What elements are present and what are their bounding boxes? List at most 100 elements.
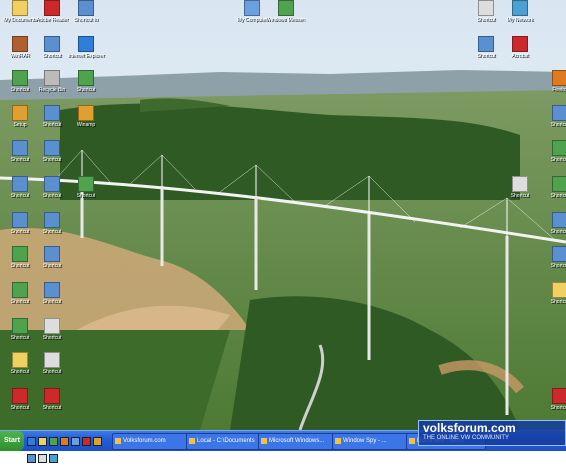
watermark-subtitle: THE ONLINE VW COMMUNITY [423,435,510,441]
shortcut-icon [552,70,566,86]
taskbar-button[interactable]: Local - C:\Documents [186,433,266,450]
desktop-icon[interactable]: Shortcut [32,388,72,420]
shortcut-icon [512,176,528,192]
desktop-icon[interactable]: Shortcut [540,246,566,278]
desktop-icon[interactable]: Windows Messenger [266,0,306,32]
desktop-icon[interactable]: Shortcut [466,36,506,68]
shortcut-icon [12,0,28,16]
window-icon [409,438,415,444]
desktop-icon-label: Windows Messenger [266,17,306,23]
desktop-icon-label: Firefox [552,87,566,93]
desktop-icon-label: Winamp [76,122,96,128]
desktop-icon[interactable]: Shortcut [32,282,72,314]
shortcut-icon [12,246,28,262]
window-icon [335,438,341,444]
folder-icon[interactable] [38,437,47,446]
window-icon [115,438,121,444]
watermark: volksforum.com THE ONLINE VW COMMUNITY [418,420,566,446]
desktop-icon[interactable]: Shortcut [32,140,72,172]
desktop-icon-label: Acrobat [511,53,529,59]
desktop-icon[interactable]: Shortcut [66,176,106,208]
shortcut-icon [78,176,94,192]
desktop-icon[interactable]: Shortcut [540,140,566,172]
desktop-icon[interactable]: Shortcut [66,70,106,102]
mail-icon[interactable] [60,437,69,446]
shortcut-icon [44,0,60,16]
desktop-icon[interactable]: Firefox [540,70,566,102]
app-icon[interactable] [49,454,58,463]
desktop-icon-label: Shortcut [42,299,62,305]
shortcut-icon [44,318,60,334]
shortcut-icon [12,70,28,86]
shortcut-icon [552,212,566,228]
desktop-icon-label: My Network [506,17,534,23]
shortcut-icon [552,388,566,404]
desktop-icon[interactable]: Shortcut [540,176,566,208]
window-icon [189,438,195,444]
desktop-icon-label: Shortcut [42,229,62,235]
desktop-icon[interactable]: Shortcut [32,246,72,278]
start-button[interactable]: Start [0,431,24,451]
desktop-icon-label: Internet Explorer [67,53,105,59]
desktop-icon[interactable]: Acrobat [500,36,540,68]
chat-icon[interactable] [71,437,80,446]
shortcut-icon [44,388,60,404]
desktop-icon[interactable]: Shortcut [32,212,72,244]
shortcut-icon [12,36,28,52]
shortcut-icon [44,36,60,52]
shortcut-icon [478,36,494,52]
shortcut-icon [12,282,28,298]
shortcut-icon [44,352,60,368]
desktop-icon-label: Shortcut to [73,17,99,23]
desktop-icon-label: Shortcut [510,193,530,199]
desktop-icon[interactable]: Shortcut [32,352,72,384]
taskbar-button-label: Volksforum.com [123,438,166,444]
desktop-icon[interactable]: My Network [500,0,540,32]
shortcut-icon [278,0,294,16]
desktop-icon-label: Shortcut [42,263,62,269]
shortcut-icon [552,140,566,156]
ie-icon[interactable] [27,437,36,446]
taskbar-button[interactable]: Volksforum.com [112,433,192,450]
shortcut-icon [44,70,60,86]
app-icon[interactable] [82,437,91,446]
desktop-icon-label: Shortcut [476,53,496,59]
desktop-icon-label: Shortcut [42,157,62,163]
shortcut-icon [78,36,94,52]
desktop-icon[interactable]: Shortcut [540,212,566,244]
taskbar-button-label: Local - C:\Documents [197,438,255,444]
app-icon[interactable] [93,437,102,446]
desktop-icon-label: Shortcut [550,299,566,305]
shortcut-icon [552,246,566,262]
desktop-icon[interactable]: Shortcut to [66,0,106,32]
watermark-title: volksforum.com [423,421,516,435]
shortcut-icon [552,176,566,192]
window-icon [261,438,267,444]
app-icon[interactable] [27,454,36,463]
desktop-icon-label: Shortcut [550,405,566,411]
desktop-icon-label: Shortcut [76,87,96,93]
desktop-icon[interactable]: Shortcut [540,388,566,420]
shortcut-icon [78,105,94,121]
shortcut-icon [12,176,28,192]
shortcut-icon [12,140,28,156]
desktop-icon-label: Shortcut [550,193,566,199]
desktop-icon[interactable]: Winamp [66,105,106,137]
desktop-icon[interactable]: Internet Explorer [66,36,106,68]
desktop-icon[interactable]: Shortcut [540,282,566,314]
desktop-icon-label: Shortcut [76,193,96,199]
shortcut-icon [78,70,94,86]
desktop-icon-label: Shortcut [550,229,566,235]
desktop-icon[interactable]: Shortcut [32,318,72,350]
desktop-icon-label: Shortcut [42,369,62,375]
taskbar-button[interactable]: Window Spy - ... [332,433,412,450]
shortcut-icon [552,105,566,121]
shortcut-icon [12,388,28,404]
media-icon[interactable] [49,437,58,446]
taskbar-button[interactable]: Microsoft Windows... [258,433,338,450]
desktop-icon[interactable]: Shortcut [500,176,540,208]
shortcut-icon [44,105,60,121]
desktop-icon[interactable]: Shortcut [540,105,566,137]
app-icon[interactable] [38,454,47,463]
shortcut-icon [12,318,28,334]
